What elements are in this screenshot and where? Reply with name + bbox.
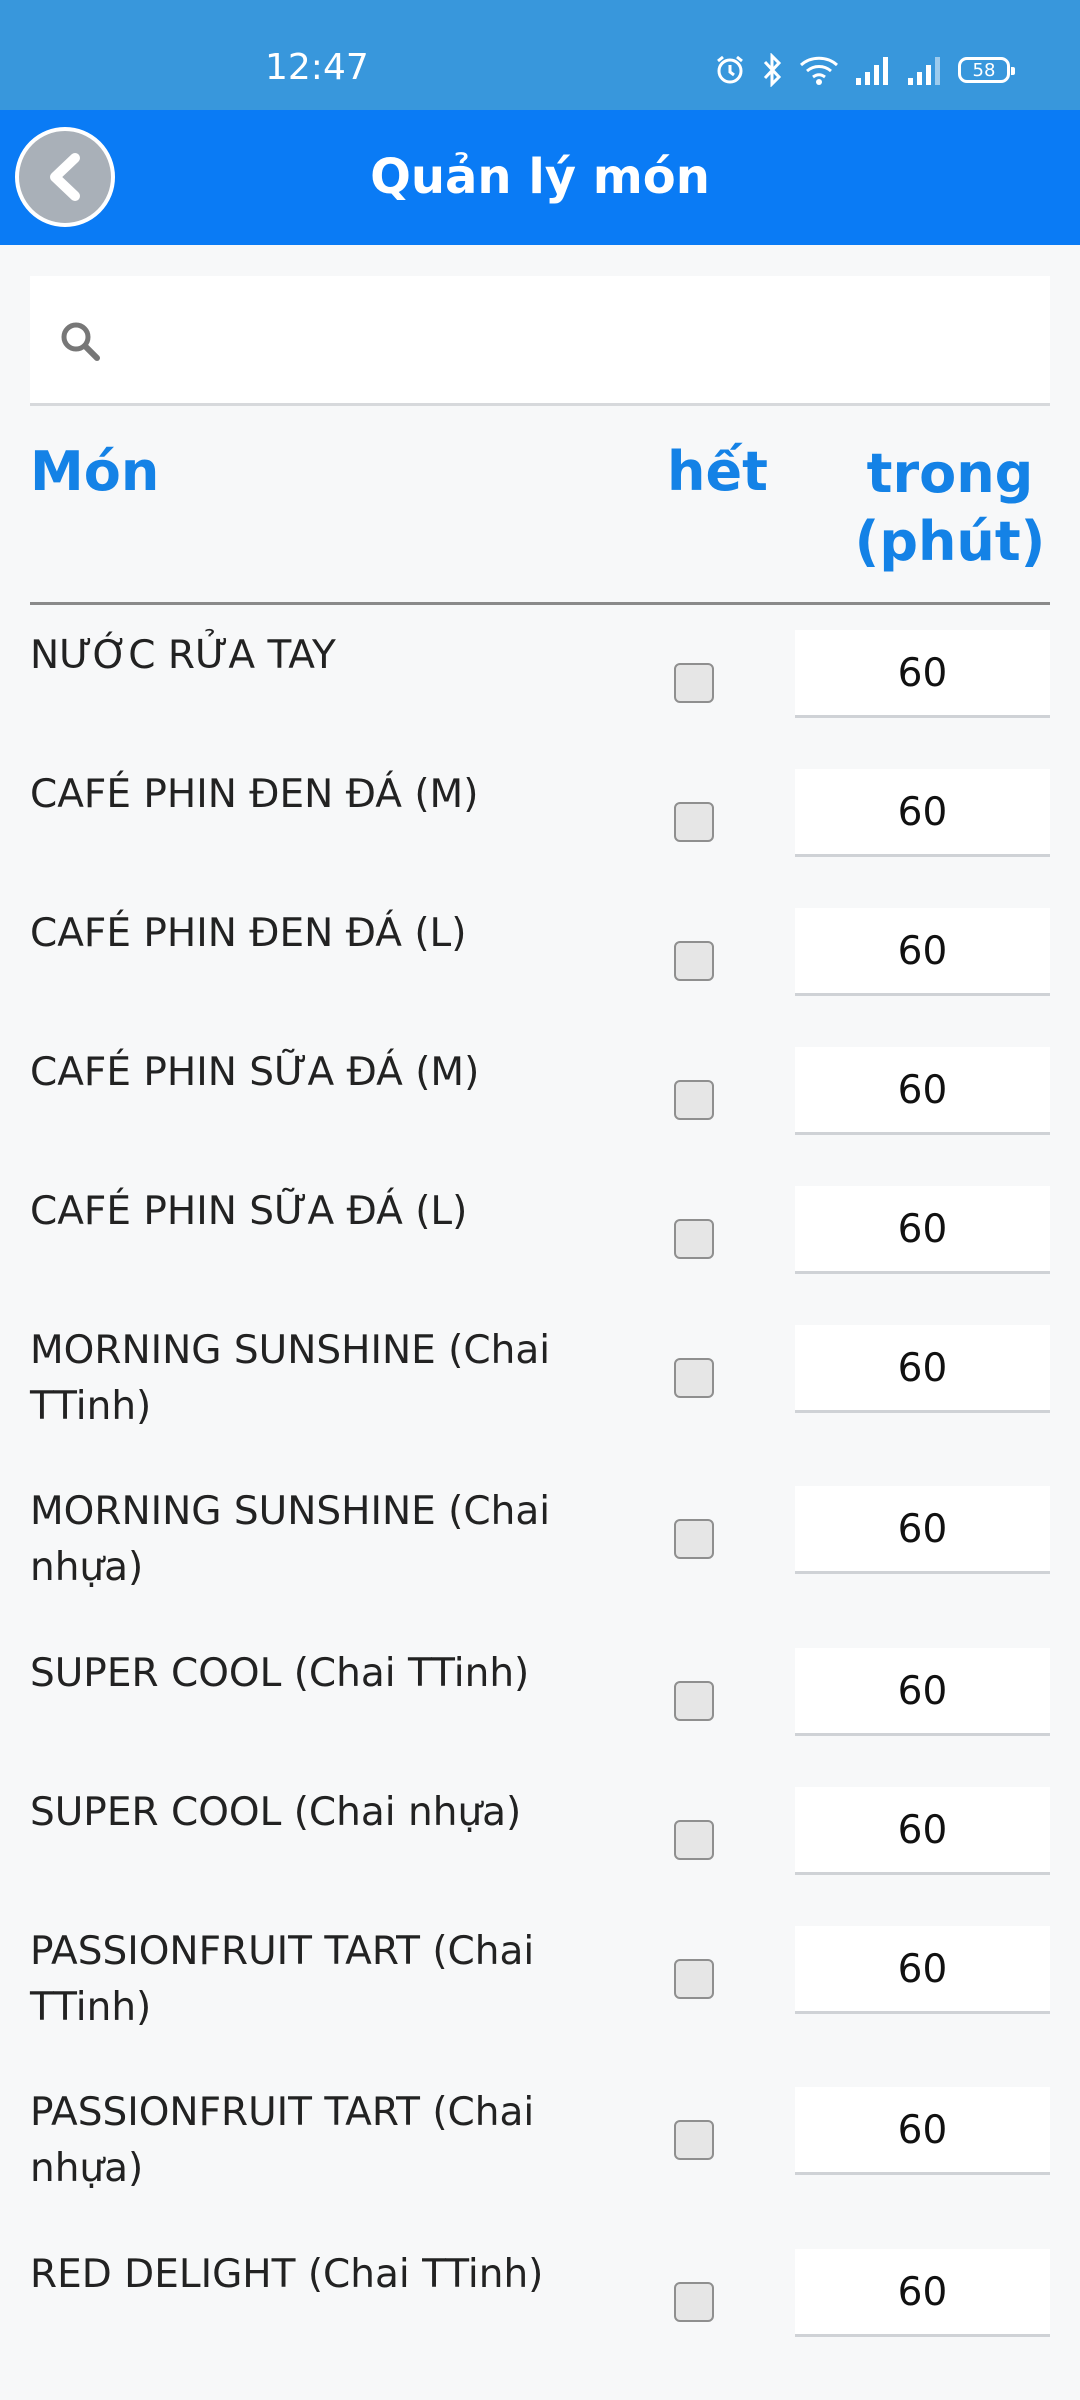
minutes-input[interactable]: 60	[795, 1486, 1050, 1574]
minutes-input[interactable]: 60	[795, 630, 1050, 718]
table-row: SUPER COOL (Chai TTinh) 60	[30, 1638, 1050, 1777]
out-of-stock-checkbox[interactable]	[674, 802, 714, 842]
table-row: MORNING SUNSHINE (Chai nhựa) 60	[30, 1476, 1050, 1638]
app-bar: Quản lý món	[0, 110, 1080, 245]
minutes-input[interactable]: 60	[795, 1325, 1050, 1413]
item-name: PASSIONFRUIT TART (Chai TTinh)	[30, 1929, 535, 2030]
out-of-stock-checkbox[interactable]	[674, 663, 714, 703]
item-name: CAFÉ PHIN SỮA ĐÁ (M)	[30, 1050, 480, 1095]
minutes-input[interactable]: 60	[795, 1186, 1050, 1274]
wifi-icon	[798, 54, 840, 86]
item-list: NƯỚC RỬA TAY 60 CAFÉ PHIN ĐEN ĐÁ (M) 60 …	[30, 620, 1050, 2378]
item-name: RED DELIGHT (Chai TTinh)	[30, 2252, 544, 2297]
minutes-input[interactable]: 60	[795, 1926, 1050, 2014]
out-of-stock-checkbox[interactable]	[674, 1820, 714, 1860]
table-row: CAFÉ PHIN ĐEN ĐÁ (M) 60	[30, 759, 1050, 898]
item-name: MORNING SUNSHINE (Chai nhựa)	[30, 1489, 551, 1590]
chevron-left-icon	[50, 153, 80, 201]
item-name: PASSIONFRUIT TART (Chai nhựa)	[30, 2090, 535, 2191]
out-of-stock-checkbox[interactable]	[674, 1080, 714, 1120]
table-row: PASSIONFRUIT TART (Chai TTinh) 60	[30, 1916, 1050, 2077]
table-row: NƯỚC RỬA TAY 60	[30, 620, 1050, 759]
item-name: CAFÉ PHIN ĐEN ĐÁ (L)	[30, 911, 467, 956]
search-box	[30, 276, 1050, 406]
table-row: PASSIONFRUIT TART (Chai nhựa) 60	[30, 2077, 1050, 2239]
table-row: CAFÉ PHIN SỮA ĐÁ (L) 60	[30, 1176, 1050, 1315]
item-name: CAFÉ PHIN SỮA ĐÁ (L)	[30, 1189, 468, 1234]
item-name: SUPER COOL (Chai TTinh)	[30, 1651, 530, 1696]
minutes-input[interactable]: 60	[795, 1047, 1050, 1135]
item-name: MORNING SUNSHINE (Chai TTinh)	[30, 1328, 551, 1429]
item-name: CAFÉ PHIN ĐEN ĐÁ (M)	[30, 772, 479, 817]
column-header-time: trong (phút)	[854, 442, 1046, 573]
table-header: Món hết trong (phút)	[30, 430, 1050, 605]
column-header-out-of-stock: hết	[667, 440, 768, 503]
signal-icon-1	[854, 54, 892, 86]
status-time: 12:47	[265, 47, 369, 88]
table-row: SUPER COOL (Chai nhựa) 60	[30, 1777, 1050, 1916]
search-icon	[58, 319, 102, 367]
out-of-stock-checkbox[interactable]	[674, 1681, 714, 1721]
table-row: MORNING SUNSHINE (Chai TTinh) 60	[30, 1315, 1050, 1476]
search-input[interactable]	[120, 296, 1024, 388]
battery-icon: 58	[958, 57, 1015, 83]
status-bar: 12:47 58	[0, 0, 1080, 110]
out-of-stock-checkbox[interactable]	[674, 941, 714, 981]
minutes-input[interactable]: 60	[795, 2087, 1050, 2175]
minutes-input[interactable]: 60	[795, 1787, 1050, 1875]
out-of-stock-checkbox[interactable]	[674, 2120, 714, 2160]
table-row: CAFÉ PHIN SỮA ĐÁ (M) 60	[30, 1037, 1050, 1176]
out-of-stock-checkbox[interactable]	[674, 1358, 714, 1398]
minutes-input[interactable]: 60	[795, 2249, 1050, 2337]
minutes-input[interactable]: 60	[795, 769, 1050, 857]
out-of-stock-checkbox[interactable]	[674, 1219, 714, 1259]
item-name: NƯỚC RỬA TAY	[30, 633, 336, 678]
out-of-stock-checkbox[interactable]	[674, 1959, 714, 1999]
signal-icon-2	[906, 54, 944, 86]
item-name: SUPER COOL (Chai nhựa)	[30, 1790, 522, 1835]
table-row: CAFÉ PHIN ĐEN ĐÁ (L) 60	[30, 898, 1050, 1037]
column-header-name: Món	[30, 440, 160, 503]
status-icons: 58	[714, 50, 1015, 90]
table-row: RED DELIGHT (Chai TTinh) 60	[30, 2239, 1050, 2378]
minutes-input[interactable]: 60	[795, 908, 1050, 996]
alarm-icon	[714, 54, 746, 86]
back-button[interactable]	[15, 127, 115, 227]
bluetooth-icon	[760, 53, 784, 87]
out-of-stock-checkbox[interactable]	[674, 1519, 714, 1559]
page-title: Quản lý món	[370, 149, 710, 205]
out-of-stock-checkbox[interactable]	[674, 2282, 714, 2322]
minutes-input[interactable]: 60	[795, 1648, 1050, 1736]
